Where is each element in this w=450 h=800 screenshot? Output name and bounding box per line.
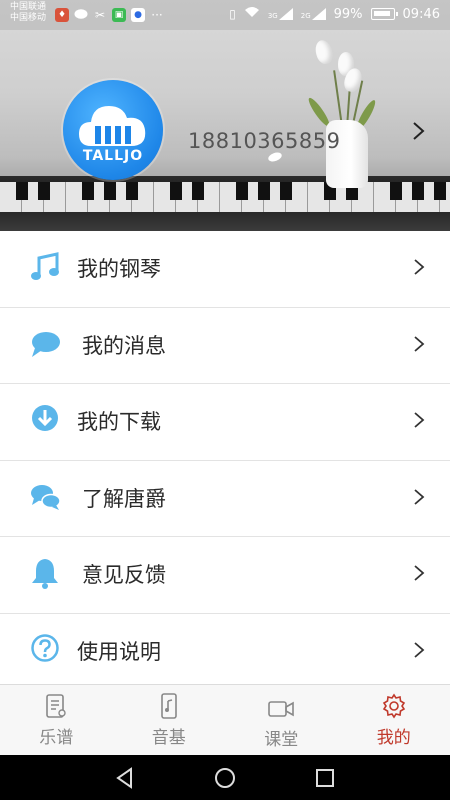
signal-icon: 3G	[268, 8, 293, 20]
tab-classroom[interactable]: 课堂	[225, 685, 338, 755]
download-icon	[32, 405, 58, 431]
wifi-icon	[244, 6, 260, 22]
home-icon[interactable]	[213, 766, 237, 790]
weibo-icon: ♦	[55, 8, 69, 22]
profile-header: 中国联通 中国移动 ♦ ✂ ▣ ● ··· ▯ 3G 2G 99% 09:46 …	[0, 0, 450, 231]
carrier-label: 中国联通	[10, 2, 47, 12]
message-icon	[74, 8, 88, 22]
battery-icon	[370, 8, 398, 20]
avatar-logo[interactable]: TALLJO	[63, 80, 163, 180]
score-icon	[46, 694, 66, 718]
chevron-right-icon	[414, 412, 425, 428]
status-bar: 中国联通 中国移动 ♦ ✂ ▣ ● ··· ▯ 3G 2G 99% 09:46	[0, 0, 450, 30]
piano-black-key	[280, 182, 292, 200]
piano-black-key	[16, 182, 28, 200]
baidu-icon: ●	[131, 8, 145, 22]
menu-item-instructions[interactable]: 使用说明	[0, 613, 450, 690]
menu-item-feedback[interactable]: 意见反馈	[0, 537, 450, 614]
menu-item-label: 使用说明	[77, 639, 161, 664]
tab-music-basics[interactable]: 音基	[113, 685, 226, 755]
help-icon	[31, 633, 59, 662]
carrier-label: 中国移动	[10, 13, 47, 23]
battery-percent: 99%	[333, 6, 363, 22]
chat-bubbles-icon	[31, 484, 61, 510]
logo-text: TALLJO	[82, 148, 144, 164]
network-type-label: 2G	[300, 12, 311, 20]
tab-mine[interactable]: 我的	[338, 685, 450, 755]
chevron-right-icon	[414, 335, 425, 352]
piano-black-key	[412, 182, 424, 200]
video-icon	[268, 701, 295, 717]
piano-black-key	[38, 182, 50, 200]
network-type-label: 3G	[267, 12, 278, 20]
menu-item-about-talljo[interactable]: 了解唐爵	[0, 460, 450, 537]
tab-label: 音基	[151, 728, 186, 748]
piano-black-key	[82, 182, 94, 200]
system-nav-bar	[0, 755, 450, 800]
tab-label: 课堂	[264, 730, 299, 750]
piano-black-key	[258, 182, 270, 200]
app-badge-icon: ▣	[112, 8, 126, 22]
bottom-tab-bar: 乐谱 音基 课堂 我的	[0, 684, 450, 755]
cloud-piano-icon	[79, 106, 146, 146]
more-icon: ···	[151, 8, 163, 22]
tab-label: 乐谱	[39, 728, 74, 748]
signal-icon: 2G	[301, 8, 326, 20]
chevron-right-icon	[414, 641, 425, 658]
menu-item-label: 我的下载	[77, 410, 161, 434]
chevron-right-icon	[414, 565, 425, 581]
menu-item-my-downloads[interactable]: 我的下载	[0, 384, 450, 461]
chat-bubble-icon	[32, 331, 60, 357]
gear-icon	[382, 693, 405, 719]
menu-item-label: 了解唐爵	[82, 486, 166, 511]
chevron-right-icon	[414, 488, 425, 505]
piano-black-key	[170, 182, 182, 200]
menu-item-my-piano[interactable]: 我的钢琴	[0, 231, 450, 308]
vibrate-icon: ▯	[229, 7, 236, 21]
system-status: ▯ 3G 2G 99% 09:46	[229, 6, 440, 22]
piano-black-key	[192, 182, 204, 200]
piano-black-key	[126, 182, 138, 200]
menu-item-label: 我的消息	[82, 333, 166, 358]
tab-label: 我的	[376, 728, 411, 748]
chevron-right-icon[interactable]	[411, 121, 427, 141]
piano-black-key	[434, 182, 446, 200]
piano-black-key	[390, 182, 402, 200]
phone-number: 18810365859	[188, 129, 341, 153]
menu-item-label: 我的钢琴	[77, 257, 161, 281]
bell-icon	[32, 559, 58, 589]
menu-item-my-messages[interactable]: 我的消息	[0, 307, 450, 384]
carrier-labels: 中国联通 中国移动	[10, 2, 46, 24]
menu-item-label: 意见反馈	[82, 563, 166, 587]
piano-black-key	[104, 182, 116, 200]
scissors-icon: ✂	[94, 8, 106, 22]
clock: 09:46	[402, 6, 440, 22]
phone-music-icon	[160, 693, 177, 719]
music-note-icon	[31, 252, 59, 280]
piano-black-key	[236, 182, 248, 200]
piano-keys	[0, 182, 450, 212]
back-icon[interactable]	[113, 766, 137, 790]
notification-icons: ♦ ✂ ▣ ● ···	[55, 8, 164, 22]
recents-icon[interactable]	[313, 766, 337, 790]
chevron-right-icon	[414, 259, 425, 275]
settings-menu: 我的钢琴 我的消息 我的下载 了解唐爵 意见反馈 使用说明	[0, 231, 450, 690]
tab-scores[interactable]: 乐谱	[0, 685, 113, 755]
